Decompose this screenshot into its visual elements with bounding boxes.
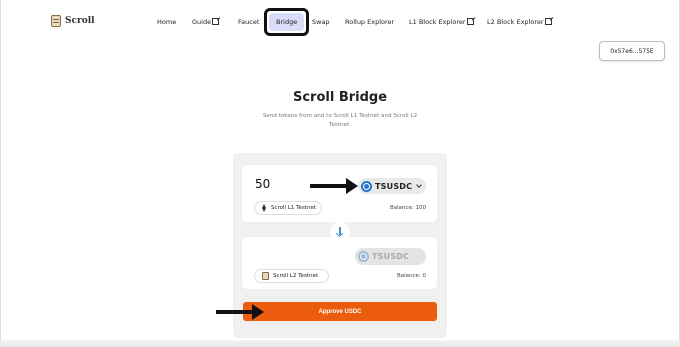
top-nav: Home Guide Faucet Bridge Swap Rollup Exp… — [0, 16, 680, 28]
from-token-label: TSUSDC — [375, 181, 413, 191]
to-balance: Balance: 0 — [396, 273, 426, 279]
nav-item-rollup-explorer[interactable]: Rollup Explorer — [345, 16, 394, 28]
wallet-address-button[interactable]: 0x57e6...575E — [599, 41, 665, 61]
from-token-select[interactable]: TSUSDC — [358, 178, 426, 194]
nav-item-swap[interactable]: Swap — [312, 16, 330, 28]
to-token-select: TSUSDC — [355, 248, 426, 265]
nav-item-faucet[interactable]: Faucet — [238, 16, 259, 28]
to-network-label: Scroll L2 Testnet — [273, 273, 318, 279]
annotation-arrow-approve — [216, 304, 264, 320]
page-bottom-edge — [0, 340, 680, 347]
to-network-chip: Scroll L2 Testnet — [254, 269, 329, 283]
amount-input[interactable]: 50 — [255, 177, 270, 191]
from-network-label: Scroll L1 Testnet — [271, 205, 316, 211]
nav-item-home[interactable]: Home — [157, 16, 176, 28]
usdc-token-icon — [361, 180, 372, 192]
chevron-down-icon — [416, 182, 423, 188]
page-subtitle: Send tokens from and to Scroll L1 Testne… — [262, 113, 418, 128]
usdc-token-icon — [358, 251, 369, 262]
arrow-down-icon — [336, 227, 344, 237]
page-title: Scroll Bridge — [292, 90, 388, 105]
ethereum-icon — [262, 204, 267, 212]
annotation-arrow-token — [310, 178, 358, 194]
external-link-icon — [544, 18, 552, 25]
nav-item-l2-block-explorer[interactable]: L2 Block Explorer — [487, 16, 552, 28]
external-link-icon — [212, 18, 220, 25]
nav-item-guide[interactable]: Guide — [192, 16, 220, 28]
nav-item-l1-block-explorer[interactable]: L1 Block Explorer — [409, 16, 474, 28]
scroll-network-icon — [262, 272, 269, 280]
from-network-chip: Scroll L1 Testnet — [254, 201, 322, 215]
nav-item-guide-label: Guide — [192, 18, 212, 26]
to-token-label: TSUSDC — [372, 252, 410, 261]
external-link-icon — [466, 18, 474, 25]
from-balance: Balance: 100 — [389, 205, 426, 211]
approve-usdc-button[interactable]: Approve USDC — [243, 302, 437, 321]
nav-item-l1-label: L1 Block Explorer — [409, 18, 466, 26]
nav-item-l2-label: L2 Block Explorer — [487, 18, 544, 26]
nav-item-bridge[interactable]: Bridge — [276, 16, 297, 28]
